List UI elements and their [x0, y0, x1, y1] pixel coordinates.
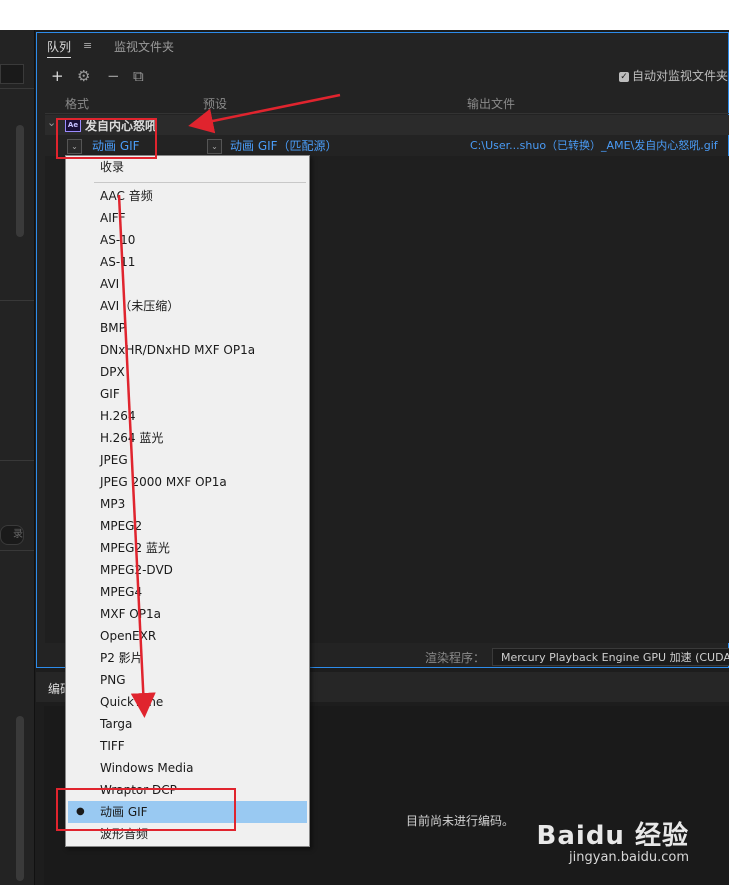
annotation-arrow-column: [188, 93, 341, 134]
annotation-arrows: [117, 93, 341, 718]
annotation-arrow-menu: [117, 194, 156, 718]
baidu-watermark-logo: Baidu 经验: [536, 821, 689, 851]
baidu-watermark-url: jingyan.baidu.com: [569, 850, 689, 865]
